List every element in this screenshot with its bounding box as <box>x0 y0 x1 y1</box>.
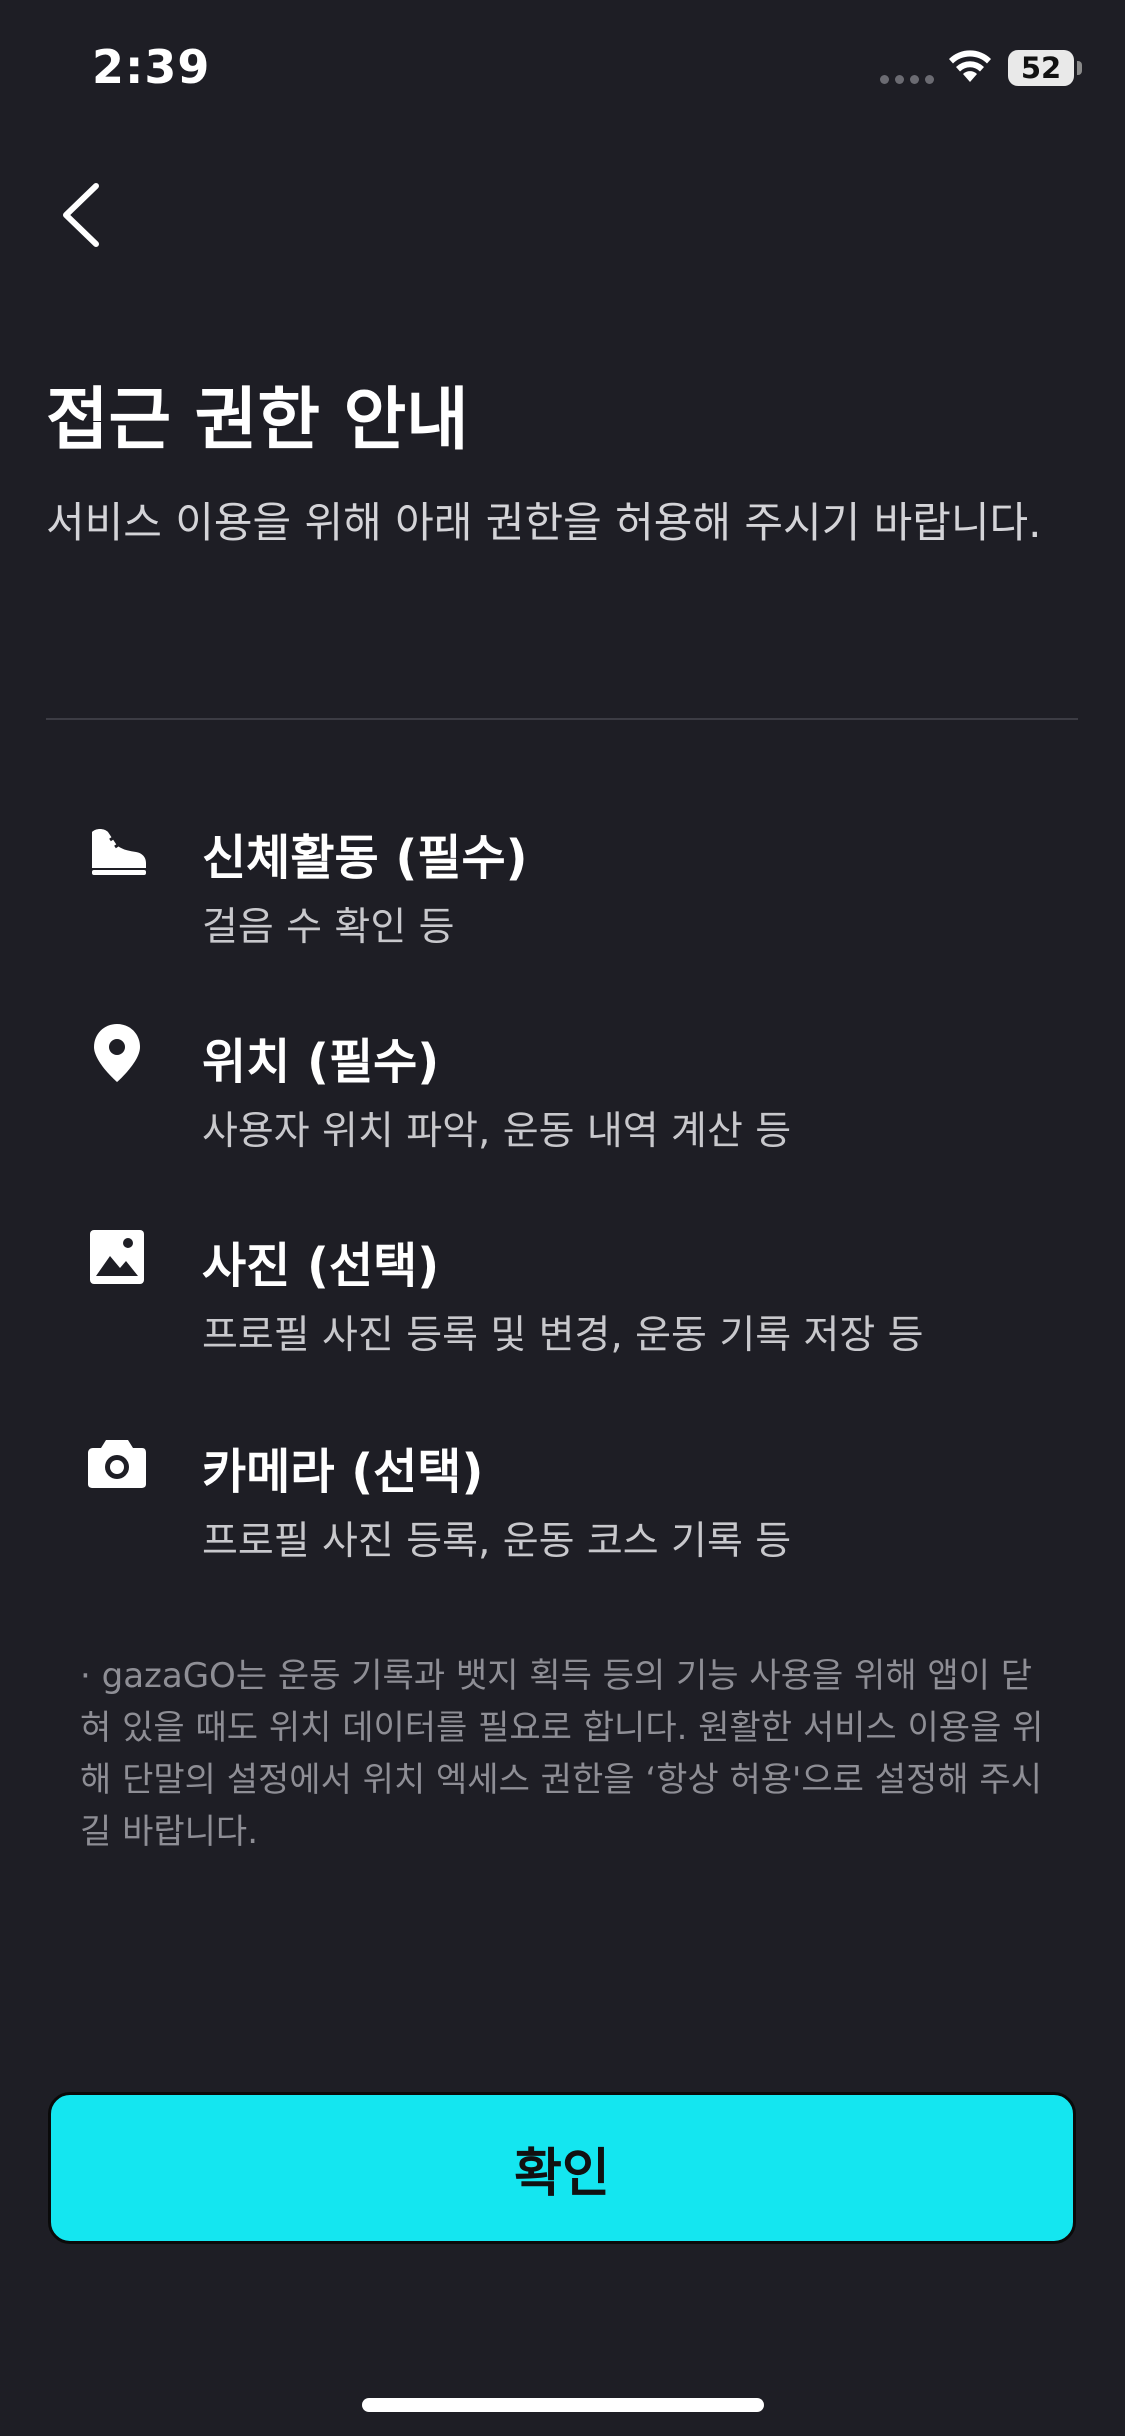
permission-title: 사진 (선택) <box>202 1238 440 1294</box>
page-subtitle: 서비스 이용을 위해 아래 권한을 허용해 주시기 바랍니다. <box>46 498 1042 547</box>
home-indicator[interactable] <box>362 2398 764 2412</box>
battery-tip <box>1077 61 1082 75</box>
permission-description: 사용자 위치 파악, 운동 내역 계산 등 <box>202 1109 792 1154</box>
permission-title: 위치 (필수) <box>202 1034 440 1090</box>
permission-description: 프로필 사진 등록 및 변경, 운동 기록 저장 등 <box>202 1313 924 1358</box>
permission-description: 프로필 사진 등록, 운동 코스 기록 등 <box>202 1519 792 1564</box>
permission-item-location: 위치 (필수) 사용자 위치 파악, 운동 내역 계산 등 <box>0 1022 1125 1172</box>
sneaker-icon <box>92 829 146 875</box>
battery-indicator: 52 <box>1008 50 1074 86</box>
permission-title: 신체활동 (필수) <box>202 830 528 886</box>
back-button[interactable] <box>48 170 118 260</box>
status-bar: 2:39 52 <box>0 0 1125 140</box>
permission-item-camera: 카메라 (선택) 프로필 사진 등록, 운동 코스 기록 등 <box>0 1432 1125 1582</box>
photo-icon <box>90 1230 144 1284</box>
permission-item-photo: 사진 (선택) 프로필 사진 등록 및 변경, 운동 기록 저장 등 <box>0 1226 1125 1376</box>
confirm-button[interactable]: 확인 <box>48 2092 1076 2244</box>
page-title: 접근 권한 안내 <box>46 381 469 460</box>
divider <box>46 718 1078 720</box>
permission-description: 걸음 수 확인 등 <box>202 905 455 950</box>
camera-icon <box>88 1440 146 1488</box>
status-time: 2:39 <box>92 40 211 94</box>
location-notice: · gazaGO는 운동 기록과 뱃지 획득 등의 기능 사용을 위해 앱이 닫… <box>80 1656 1044 1852</box>
permission-item-activity: 신체활동 (필수) 걸음 수 확인 등 <box>0 818 1125 968</box>
permission-title: 카메라 (선택) <box>202 1444 484 1500</box>
location-pin-icon <box>94 1024 140 1082</box>
cellular-signal-icon <box>880 75 934 84</box>
wifi-icon <box>949 50 991 82</box>
